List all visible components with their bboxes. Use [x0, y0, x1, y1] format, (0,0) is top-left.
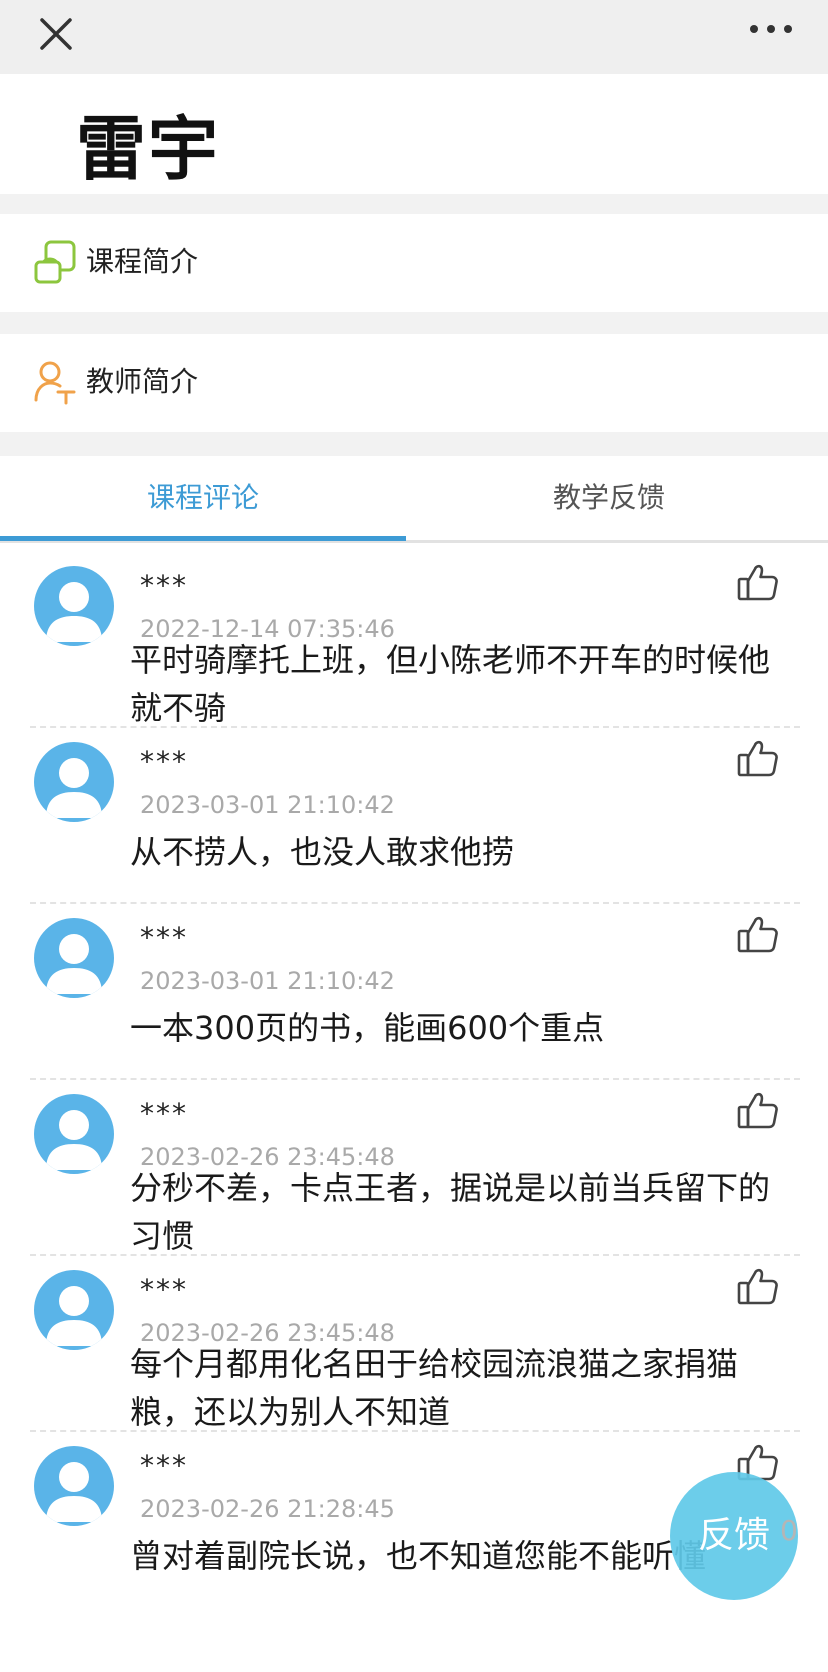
menu-label-teacher-intro: 教师简介	[86, 365, 199, 398]
comment-time: 2023-03-01 21:10:42	[140, 967, 395, 995]
feedback-button[interactable]: 反馈	[670, 1472, 798, 1600]
thumbs-up-icon	[736, 740, 780, 784]
like-button[interactable]	[736, 736, 780, 780]
menu-item-course-intro[interactable]: 课程简介	[0, 214, 828, 312]
comment-user: ***	[140, 745, 188, 778]
teacher-name: 雷宇	[76, 107, 220, 190]
more-icon	[750, 25, 792, 33]
avatar	[34, 1446, 114, 1526]
section-gap	[0, 432, 828, 456]
comment-item: *** 2022-12-14 07:35:46 平时骑摩托上班，但小陈老师不开车的时…	[0, 540, 828, 728]
avatar	[34, 742, 114, 822]
avatar	[34, 1270, 114, 1350]
comment-item: *** 2023-03-01 21:10:42 从不捞人，也没人敢求他捞	[0, 716, 828, 904]
like-button[interactable]	[736, 1088, 780, 1132]
comment-item: *** 2023-03-01 21:10:42 一本300页的书，能画600个重点	[0, 892, 828, 1080]
thumbs-up-icon	[736, 564, 780, 608]
comment-time: 2023-02-26 21:28:45	[140, 1495, 395, 1523]
tab-bar: 课程评论 教学反馈	[0, 456, 828, 543]
tab-teaching-feedback[interactable]: 教学反馈	[406, 456, 812, 540]
tab-course-comments[interactable]: 课程评论	[0, 456, 406, 540]
teacher-intro-icon	[34, 361, 76, 405]
comment-user: ***	[140, 1097, 188, 1130]
course-intro-icon	[34, 240, 76, 284]
section-gap	[0, 312, 828, 334]
comment-item: *** 2023-02-26 23:45:48 分秒不差，卡点王者，据说是以前当兵留…	[0, 1068, 828, 1256]
comment-text: 从不捞人，也没人敢求他捞	[130, 833, 515, 871]
like-count: 0	[780, 1514, 798, 1547]
comment-user: ***	[140, 569, 188, 602]
like-button[interactable]	[736, 1264, 780, 1308]
section-gap	[0, 194, 828, 214]
comment-user: ***	[140, 921, 188, 954]
comment-time: 2023-03-01 21:10:42	[140, 791, 395, 819]
close-icon	[40, 18, 72, 50]
comment-user: ***	[140, 1449, 188, 1482]
thumbs-up-icon	[736, 1268, 780, 1312]
like-button[interactable]	[736, 560, 780, 604]
more-button[interactable]	[746, 14, 796, 44]
close-button[interactable]	[32, 10, 80, 58]
top-bar	[0, 0, 828, 74]
comment-item: *** 2023-02-26 23:45:48 每个月都用化名田于给校园流浪猫之家捐…	[0, 1244, 828, 1432]
like-button[interactable]	[736, 912, 780, 956]
avatar	[34, 1094, 114, 1174]
teacher-header: 雷宇	[0, 74, 828, 194]
menu-item-teacher-intro[interactable]: 教师简介	[0, 334, 828, 432]
avatar	[34, 918, 114, 998]
comment-text: 一本300页的书，能画600个重点	[130, 1009, 605, 1047]
thumbs-up-icon	[736, 1092, 780, 1136]
thumbs-up-icon	[736, 916, 780, 960]
avatar	[34, 566, 114, 646]
comment-user: ***	[140, 1273, 188, 1306]
menu-label-course-intro: 课程简介	[86, 245, 199, 278]
